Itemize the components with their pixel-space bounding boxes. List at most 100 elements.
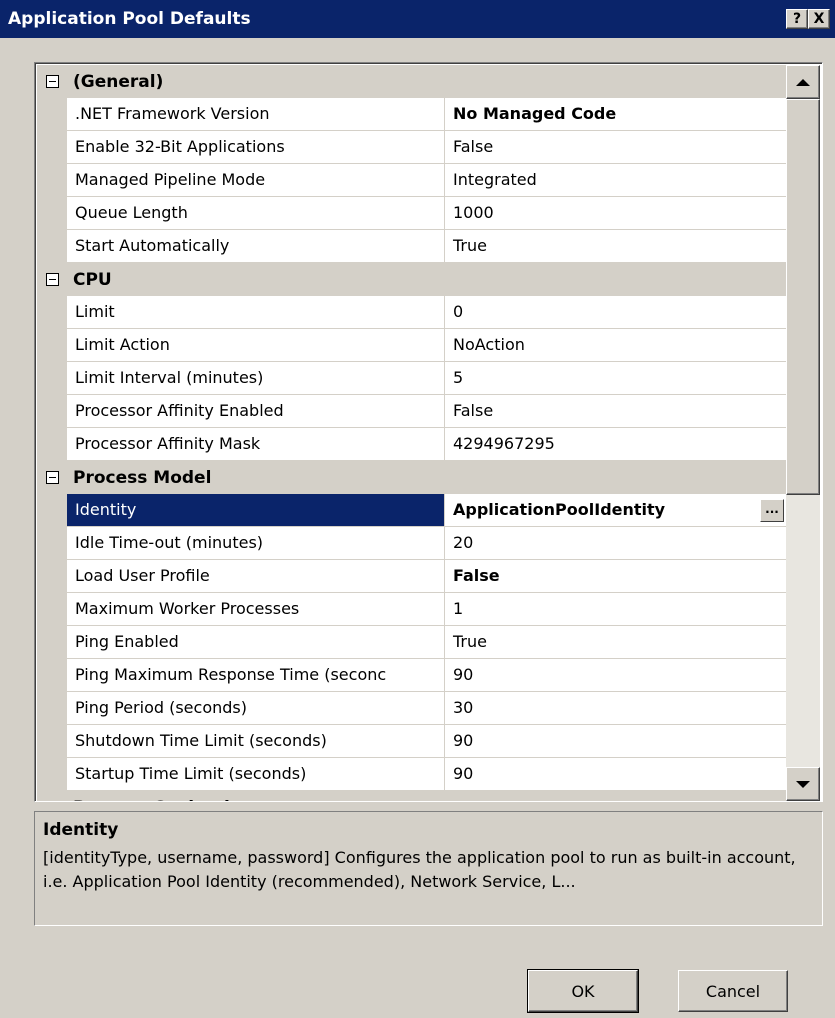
title-bar: Application Pool Defaults ? X	[0, 0, 835, 38]
row-gutter	[37, 560, 67, 593]
property-name[interactable]: Idle Time-out (minutes)	[67, 527, 445, 560]
category-row[interactable]: (General)	[37, 65, 786, 98]
window-title: Application Pool Defaults	[8, 9, 251, 29]
property-row[interactable]: Ping Enabled True	[37, 626, 786, 659]
description-title: Identity	[43, 820, 119, 840]
property-value[interactable]: 5	[445, 362, 786, 395]
property-value[interactable]: False	[445, 395, 786, 428]
property-row[interactable]: .NET Framework Version No Managed Code	[37, 98, 786, 131]
property-row[interactable]: Limit Action NoAction	[37, 329, 786, 362]
property-value[interactable]: 30	[445, 692, 786, 725]
ok-button[interactable]: OK	[527, 969, 639, 1013]
property-name[interactable]: Limit Interval (minutes)	[67, 362, 445, 395]
property-value[interactable]: True	[445, 626, 786, 659]
dialog-window: Application Pool Defaults ? X (General).…	[0, 0, 835, 1018]
scroll-up-button[interactable]	[786, 65, 820, 99]
property-name[interactable]: Startup Time Limit (seconds)	[67, 758, 445, 791]
row-gutter	[37, 329, 67, 362]
property-value[interactable]: 90	[445, 758, 786, 791]
property-name[interactable]: Maximum Worker Processes	[67, 593, 445, 626]
property-value[interactable]: 90	[445, 659, 786, 692]
property-grid-rows: (General) .NET Framework Version No Manage…	[37, 65, 786, 801]
property-value[interactable]: 1	[445, 593, 786, 626]
category-row[interactable]: CPU	[37, 263, 786, 296]
property-row[interactable]: Queue Length 1000	[37, 197, 786, 230]
collapse-icon[interactable]	[37, 65, 67, 98]
category-label: Process Orphaning	[67, 798, 254, 802]
property-value[interactable]: 0	[445, 296, 786, 329]
property-row[interactable]: Start Automatically True	[37, 230, 786, 263]
property-row[interactable]: Processor Affinity Enabled False	[37, 395, 786, 428]
property-row[interactable]: Load User Profile False	[37, 560, 786, 593]
property-name[interactable]: Start Automatically	[67, 230, 445, 263]
scroll-thumb[interactable]	[786, 99, 820, 495]
property-value-text: 20	[453, 533, 474, 552]
property-value[interactable]: ApplicationPoolIdentity...	[445, 494, 786, 527]
property-name[interactable]: .NET Framework Version	[67, 98, 445, 131]
collapse-icon[interactable]	[37, 791, 67, 801]
collapse-icon[interactable]	[37, 461, 67, 494]
property-row[interactable]: Identity ApplicationPoolIdentity...	[37, 494, 786, 527]
property-value[interactable]: 1000	[445, 197, 786, 230]
row-gutter	[37, 164, 67, 197]
property-value-text: 0	[453, 302, 464, 321]
collapse-icon[interactable]	[37, 263, 67, 296]
property-row[interactable]: Ping Maximum Response Time (seconc 90	[37, 659, 786, 692]
row-gutter	[37, 197, 67, 230]
close-button[interactable]: X	[808, 9, 830, 29]
property-row[interactable]: Idle Time-out (minutes) 20	[37, 527, 786, 560]
row-gutter	[37, 362, 67, 395]
property-value-text: 1000	[453, 203, 494, 222]
category-label: (General)	[73, 71, 164, 92]
property-value[interactable]: No Managed Code	[445, 98, 786, 131]
property-value[interactable]: NoAction	[445, 329, 786, 362]
property-grid: (General) .NET Framework Version No Manage…	[34, 62, 823, 802]
property-name[interactable]: Processor Affinity Enabled	[67, 395, 445, 428]
vertical-scrollbar[interactable]	[786, 65, 820, 801]
arrow-down-icon	[796, 780, 810, 788]
property-row[interactable]: Shutdown Time Limit (seconds) 90	[37, 725, 786, 758]
help-button[interactable]: ?	[786, 9, 808, 29]
property-value[interactable]: False	[445, 131, 786, 164]
cancel-button[interactable]: Cancel	[678, 970, 788, 1012]
property-value-text: True	[453, 632, 487, 651]
property-row[interactable]: Maximum Worker Processes 1	[37, 593, 786, 626]
property-value-text: False	[453, 566, 500, 585]
property-name[interactable]: Ping Period (seconds)	[67, 692, 445, 725]
property-value[interactable]: 20	[445, 527, 786, 560]
property-value[interactable]: True	[445, 230, 786, 263]
property-row[interactable]: Limit 0	[37, 296, 786, 329]
property-row[interactable]: Startup Time Limit (seconds) 90	[37, 758, 786, 791]
property-name[interactable]: Processor Affinity Mask	[67, 428, 445, 461]
property-value[interactable]: Integrated	[445, 164, 786, 197]
property-value[interactable]: False	[445, 560, 786, 593]
property-name[interactable]: Ping Maximum Response Time (seconc	[67, 659, 445, 692]
property-value-text: 1	[453, 599, 464, 618]
property-row[interactable]: Processor Affinity Mask 4294967295	[37, 428, 786, 461]
property-value-text: 90	[453, 665, 474, 684]
property-row[interactable]: Limit Interval (minutes) 5	[37, 362, 786, 395]
property-name[interactable]: Limit	[67, 296, 445, 329]
property-name[interactable]: Managed Pipeline Mode	[67, 164, 445, 197]
property-name[interactable]: Limit Action	[67, 329, 445, 362]
property-name[interactable]: Load User Profile	[67, 560, 445, 593]
property-value[interactable]: 90	[445, 725, 786, 758]
property-row[interactable]: Enable 32-Bit Applications False	[37, 131, 786, 164]
property-name[interactable]: Identity	[67, 494, 445, 527]
scroll-down-button[interactable]	[786, 767, 820, 801]
property-value-text: True	[453, 236, 487, 255]
property-row[interactable]: Managed Pipeline Mode Integrated	[37, 164, 786, 197]
property-value-text: Integrated	[453, 170, 537, 189]
property-name[interactable]: Shutdown Time Limit (seconds)	[67, 725, 445, 758]
property-name[interactable]: Enable 32-Bit Applications	[67, 131, 445, 164]
property-value[interactable]: 4294967295	[445, 428, 786, 461]
property-row[interactable]: Ping Period (seconds) 30	[37, 692, 786, 725]
property-name[interactable]: Ping Enabled	[67, 626, 445, 659]
category-row[interactable]: Process Orphaning	[37, 791, 786, 801]
ellipsis-button[interactable]: ...	[760, 499, 784, 522]
property-name[interactable]: Queue Length	[67, 197, 445, 230]
row-gutter	[37, 98, 67, 131]
row-gutter	[37, 527, 67, 560]
property-value-text: NoAction	[453, 335, 525, 354]
category-row[interactable]: Process Model	[37, 461, 786, 494]
